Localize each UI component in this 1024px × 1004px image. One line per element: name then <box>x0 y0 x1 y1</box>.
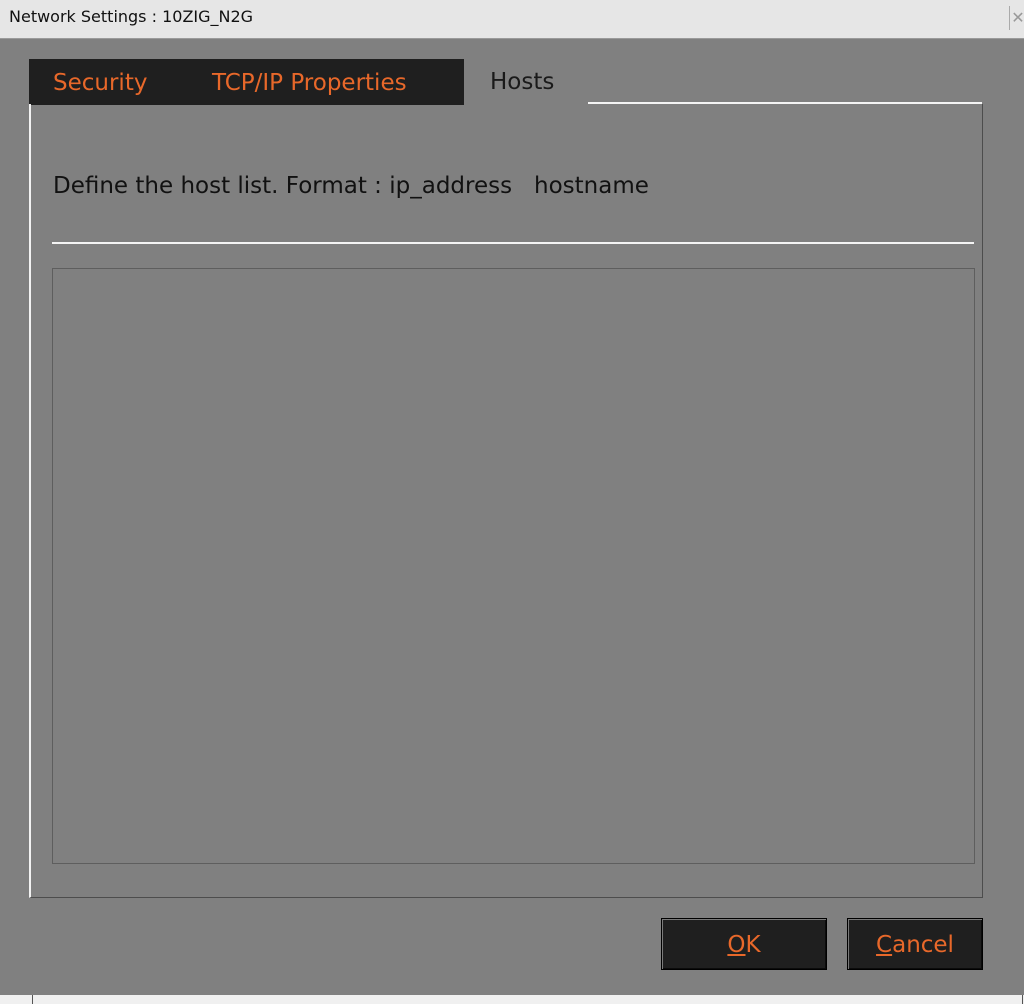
ok-label-rest: K <box>745 932 761 958</box>
tab-tcpip-properties[interactable]: TCP/IP Properties <box>186 59 464 105</box>
cancel-label-rest: ancel <box>892 932 954 958</box>
ok-mnemonic: O <box>727 932 746 958</box>
host-list-textarea[interactable] <box>52 268 975 864</box>
ok-button[interactable]: OK <box>661 918 827 970</box>
bottom-window-edge <box>0 995 1024 1004</box>
cancel-mnemonic: C <box>876 932 893 958</box>
tab-security[interactable]: Security <box>29 59 186 105</box>
title-bar: Network Settings : 10ZIG_N2G ✕ <box>0 0 1024 39</box>
cancel-button[interactable]: Cancel <box>847 918 983 970</box>
tab-hosts[interactable]: Hosts <box>464 58 588 104</box>
window-title: Network Settings : 10ZIG_N2G <box>9 7 254 26</box>
close-icon[interactable]: ✕ <box>1009 6 1024 30</box>
host-list-description: Define the host list. Format : ip_addres… <box>53 173 649 199</box>
divider <box>52 242 974 244</box>
